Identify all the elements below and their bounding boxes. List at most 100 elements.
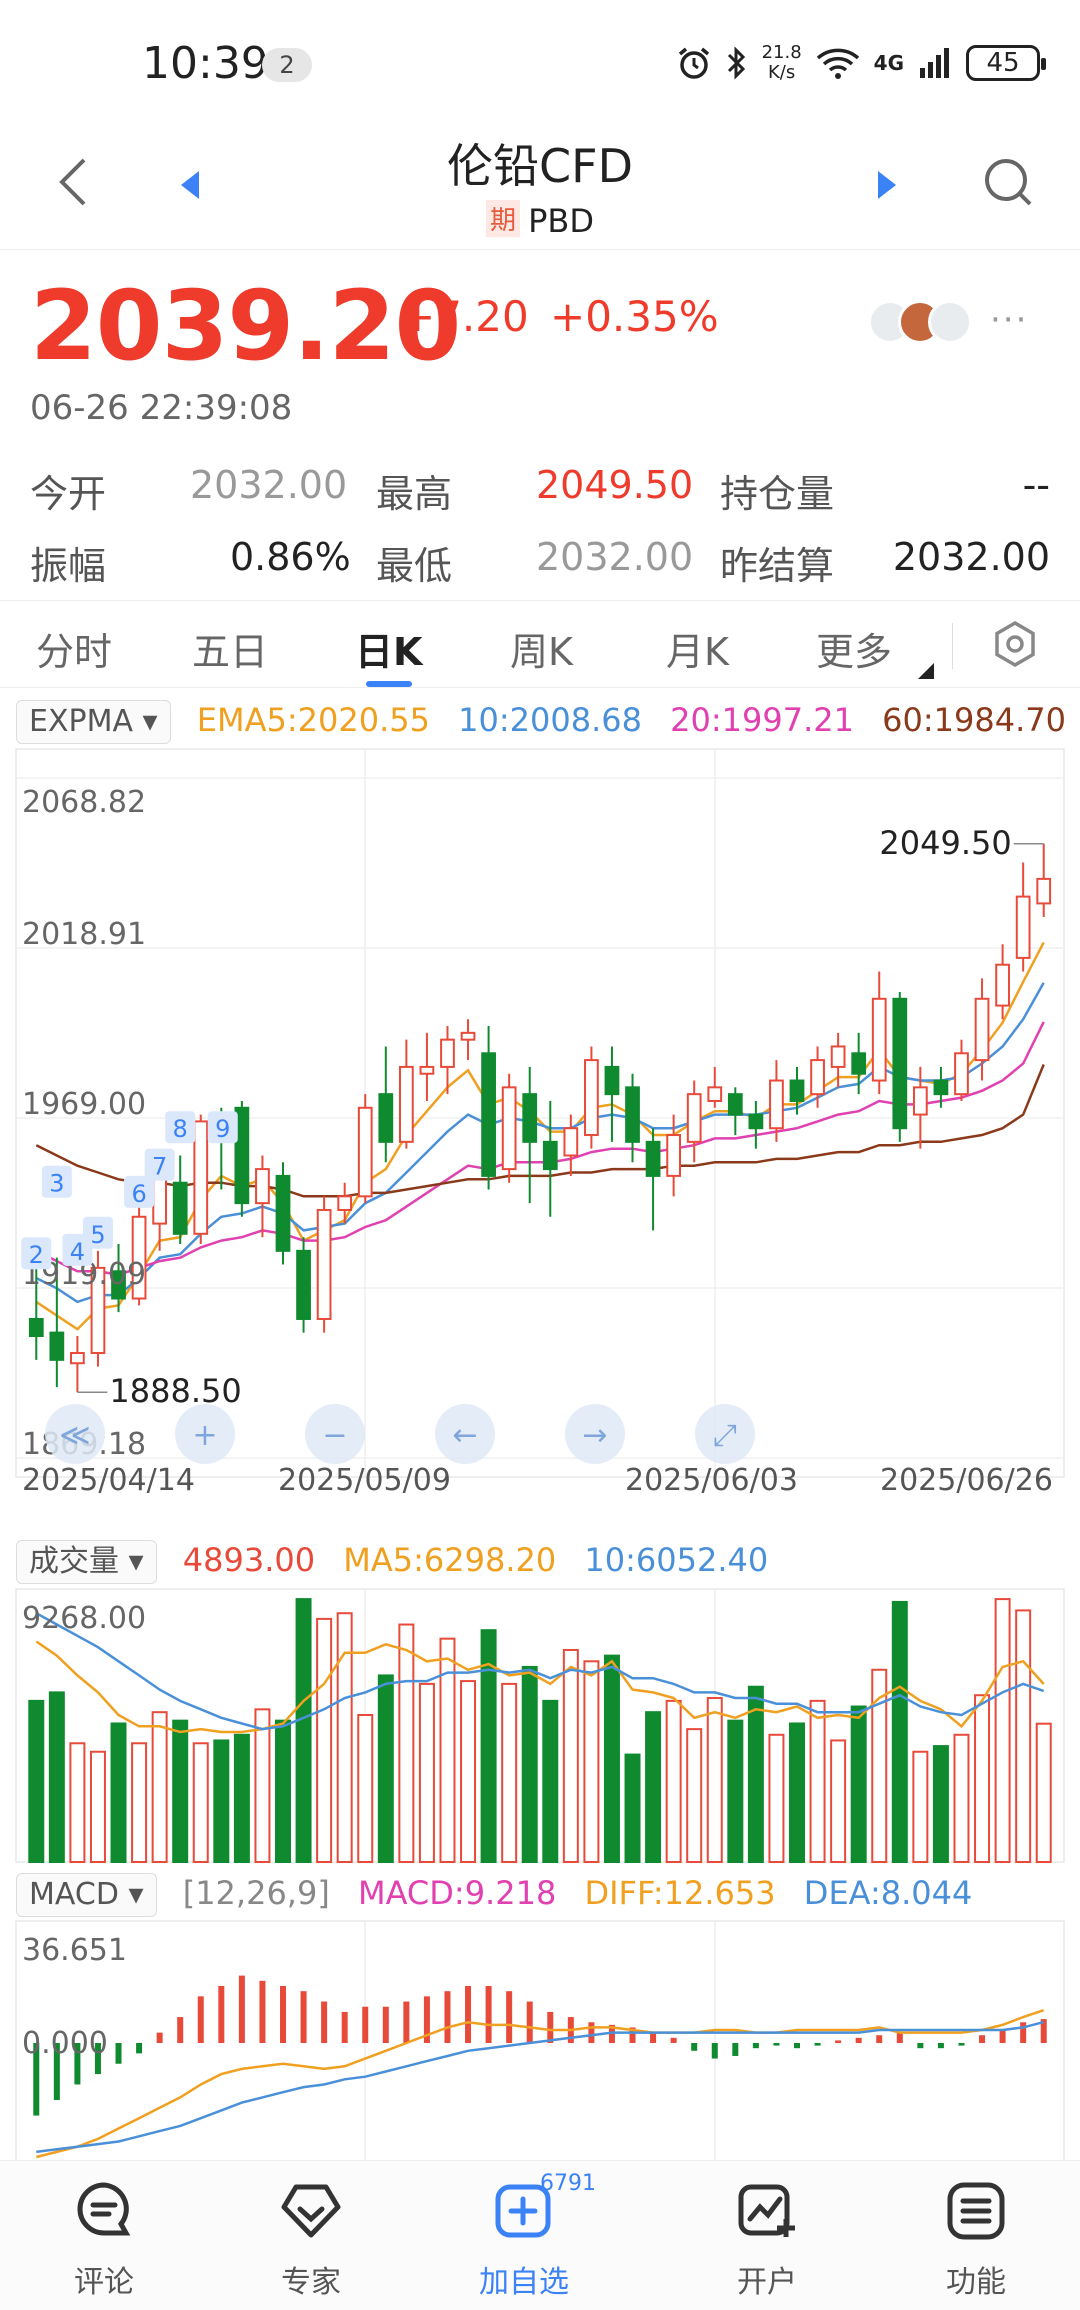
ema20-value: 20:1997.21 [670,701,854,739]
settings-hexagon-icon[interactable] [990,619,1040,669]
candle-body [810,1059,825,1096]
chart-control-button[interactable]: ≪ [45,1404,105,1464]
y-tick-label: 0.000 [22,2026,108,2061]
candle-body [255,1168,270,1205]
macd-bar [300,1991,307,2043]
candle-body [563,1127,579,1157]
volume-bar [1035,1722,1052,1863]
chart-control-button[interactable]: + [175,1404,235,1464]
next-instrument-icon[interactable] [872,165,902,205]
candle-body [604,1065,620,1096]
wave-marker-label: 5 [90,1221,105,1249]
volume-bar [747,1685,764,1863]
main-indicator-select[interactable]: EXPMA ▾ [16,700,171,744]
candle [255,1155,270,1238]
community-avatars[interactable] [868,300,978,344]
macd-bar [979,2035,986,2043]
volume-bar [254,1708,271,1863]
macd-bar [711,2043,718,2059]
nav-expert[interactable]: 专家 [241,2179,381,2301]
candle-body [748,1113,764,1130]
candle [460,1019,476,1061]
diff-value: DIFF:12.653 [584,1874,776,1912]
nav-comment[interactable]: 评论 [34,2179,174,2301]
candle-body [28,1317,44,1337]
price-change: +7.20 [400,292,529,341]
macd-chart[interactable]: 36.651 0.000 [0,1920,1080,2160]
volume-bar [28,1699,45,1863]
open-account-chart-icon [738,2184,795,2237]
chart-control-label: ≪ [59,1418,90,1453]
status-bar: 10:39 2 21.8 K/s 4G 45 [0,0,1080,120]
price-change-percent: +0.35% [550,292,719,341]
volume-bar [542,1699,559,1863]
wave-marker: 3 [41,1165,72,1198]
volume-bar [48,1691,65,1863]
macd-bar [238,1975,245,2043]
wave-marker: 7 [144,1148,175,1181]
volume-bar [316,1617,333,1864]
nav-add-watchlist[interactable]: 6791 加自选 [454,2171,596,2301]
nav-functions[interactable]: 功能 [906,2179,1046,2301]
more-options-icon[interactable]: ··· [990,300,1028,340]
candle-body [995,963,1010,1007]
dea-value: DEA:8.044 [803,1874,973,1912]
macd-bar [362,2006,369,2043]
wave-marker: 9 [207,1111,238,1144]
app-header: 伦铅CFD 期 PBD [0,120,1080,250]
tab-weekly-k[interactable]: 周K [510,621,573,676]
tab-five-day[interactable]: 五日 [192,621,268,676]
macd-bar [855,2037,862,2043]
candle-body [522,1093,538,1143]
comment-bubble-icon [77,2182,131,2236]
candle-body [316,1208,332,1320]
macd-bar [341,2011,348,2043]
tab-divider [952,623,953,669]
bluetooth-icon [727,46,745,80]
low-value: 2032.00 [536,535,694,579]
candle-body [912,1086,928,1116]
candlestick-chart[interactable]: 2068.822018.911969.001919.091869.182049.… [0,748,1080,1508]
tab-intraday[interactable]: 分时 [36,621,112,676]
chart-control-button[interactable]: − [305,1404,365,1464]
candle [604,1046,620,1142]
chart-control-button[interactable]: → [565,1404,625,1464]
chart-control-label: − [322,1418,347,1453]
candle-body [419,1065,435,1075]
volume-bar [994,1598,1011,1864]
tab-monthly-k[interactable]: 月K [666,621,729,676]
min-price-label: 1888.50 [109,1372,241,1410]
volume-indicator-select[interactable]: 成交量 ▾ [16,1540,157,1584]
chart-control-button[interactable]: ⤢ [695,1404,755,1464]
volume-indicator-row: 成交量 ▾ 4893.00 MA5:6298.20 10:6052.40 [16,1538,786,1584]
candle [501,1073,517,1183]
volume-bar [336,1612,353,1863]
search-icon[interactable] [980,154,1036,210]
prev-settle-label: 昨结算 [720,544,835,588]
candle-body [645,1140,661,1177]
macd-bar [876,2035,883,2043]
period-tabs: 分时 五日 日K 周K 月K 更多 [0,600,1080,688]
ema10-value: 10:2008.68 [458,701,642,739]
candle-body [625,1086,640,1143]
candle [357,1094,373,1204]
volume-chart[interactable]: 9268.00 [0,1588,1080,1866]
macd-bar [814,2043,821,2046]
tab-daily-k[interactable]: 日K [355,621,422,676]
macd-indicator-select[interactable]: MACD ▾ [16,1873,157,1917]
volume-bar [233,1733,250,1863]
y-tick-label: 1969.00 [22,1087,146,1122]
macd-bar [588,2022,595,2043]
volume-bar [624,1753,641,1864]
tab-more[interactable]: 更多 [816,621,892,676]
macd-bar [403,2001,410,2043]
macd-indicator-row: MACD ▾ [12,26,9] MACD:9.218 DIFF:12.653 … [16,1871,990,1917]
volume-bar [295,1598,312,1864]
chart-control-button[interactable]: ← [435,1404,495,1464]
candle [769,1060,784,1142]
candle [645,1128,661,1231]
nav-open-account[interactable]: 开户 [697,2179,837,2301]
candle [892,991,908,1142]
volume-bar [89,1750,106,1863]
x-tick-label: 2025/04/14 [22,1463,195,1498]
